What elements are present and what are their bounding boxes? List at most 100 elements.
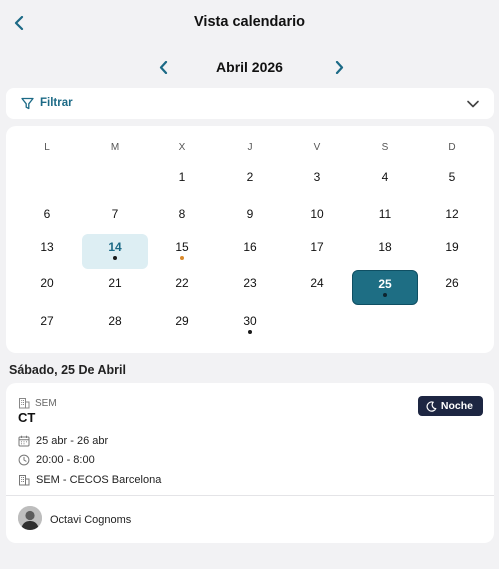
calendar-day-28[interactable]: 28 (82, 308, 148, 343)
calendar-day-4[interactable]: 4 (352, 164, 418, 199)
weekday-header: D (448, 142, 456, 153)
day-number: 23 (243, 276, 257, 290)
day-number: 20 (40, 276, 54, 290)
event-dot (180, 256, 184, 260)
event-dot (383, 293, 387, 297)
calendar-day-30[interactable]: 30 (217, 308, 283, 343)
event-date-range: 25 abr - 26 abr (36, 435, 109, 447)
day-number: 8 (178, 207, 186, 221)
person-name: Octavi Cognoms (50, 514, 132, 526)
assigned-person[interactable]: Octavi Cognoms (6, 496, 494, 543)
calendar-day-9[interactable]: 9 (217, 201, 283, 236)
day-number: 9 (246, 207, 254, 221)
weekday-header: L (44, 142, 50, 153)
event-details[interactable]: SEM CT Noche 25 abr - 26 abr 20:00 - 8:0… (6, 383, 494, 495)
day-number: 13 (40, 240, 54, 254)
calendar-day-17[interactable]: 17 (284, 234, 350, 269)
weekday-header: V (313, 142, 321, 153)
calendar-day-25[interactable]: 25 (352, 270, 418, 305)
calendar-day-18[interactable]: 18 (352, 234, 418, 269)
day-number: 10 (310, 207, 324, 221)
event-location: SEM - CECOS Barcelona (36, 474, 162, 486)
selected-date-heading: Sábado, 25 De Abril (9, 363, 126, 377)
calendar-day-2[interactable]: 2 (217, 164, 283, 199)
page-title: Vista calendario (194, 14, 305, 30)
day-number: 16 (243, 240, 257, 254)
avatar (18, 506, 42, 530)
day-number: 28 (108, 314, 122, 328)
day-number: 30 (243, 314, 257, 328)
calendar-day-29[interactable]: 29 (149, 308, 215, 343)
calendar-grid: L M X J V S D 1 2 3 4 5 6 7 8 9 10 11 12 13 14 15 16 17 18 19 20 21… (6, 126, 494, 353)
calendar-day-23[interactable]: 23 (217, 270, 283, 305)
day-number: 4 (381, 170, 389, 184)
calendar-icon (18, 435, 30, 447)
moon-icon (426, 400, 437, 412)
weekday-header: X (178, 142, 186, 153)
event-card: SEM CT Noche 25 abr - 26 abr 20:00 - 8:0… (6, 383, 494, 543)
weekday-header: J (247, 142, 253, 153)
calendar-day-16[interactable]: 16 (217, 234, 283, 269)
calendar-day-26[interactable]: 26 (419, 270, 485, 305)
calendar-day-13[interactable]: 13 (14, 234, 80, 269)
calendar-day-1[interactable]: 1 (149, 164, 215, 199)
next-month-button[interactable] (330, 58, 348, 76)
chevron-down-icon (467, 100, 479, 108)
event-dot (113, 256, 117, 260)
day-number: 7 (111, 207, 119, 221)
building-icon (19, 398, 30, 409)
event-type: SEM (35, 398, 57, 409)
calendar-day-14[interactable]: 14 (82, 234, 148, 269)
calendar-day-3[interactable]: 3 (284, 164, 350, 199)
calendar-day-20[interactable]: 20 (14, 270, 80, 305)
event-dot (248, 330, 252, 334)
day-number: 27 (40, 314, 54, 328)
filter-label: Filtrar (40, 97, 73, 109)
calendar-day-7[interactable]: 7 (82, 201, 148, 236)
day-number: 29 (175, 314, 189, 328)
calendar-day-21[interactable]: 21 (82, 270, 148, 305)
calendar-day-6[interactable]: 6 (14, 201, 80, 236)
day-number: 12 (445, 207, 459, 221)
calendar-day-19[interactable]: 19 (419, 234, 485, 269)
day-number: 18 (378, 240, 392, 254)
shift-badge-label: Noche (440, 400, 473, 412)
weekday-header: M (110, 142, 120, 153)
day-number: 11 (378, 207, 392, 221)
calendar-day-15[interactable]: 15 (149, 234, 215, 269)
day-number: 2 (246, 170, 254, 184)
month-label: Abril 2026 (216, 59, 283, 75)
weekday-header: S (381, 142, 389, 153)
day-number: 6 (43, 207, 51, 221)
app-header: Vista calendario (0, 0, 499, 46)
calendar-day-8[interactable]: 8 (149, 201, 215, 236)
shift-badge: Noche (417, 396, 483, 416)
day-number: 24 (310, 276, 324, 290)
chevron-right-icon (335, 60, 343, 74)
day-number: 26 (445, 276, 459, 290)
day-number: 14 (108, 240, 122, 254)
calendar-day-12[interactable]: 12 (419, 201, 485, 236)
day-number: 25 (378, 277, 392, 291)
day-number: 3 (313, 170, 321, 184)
filter-dropdown[interactable]: Filtrar (6, 88, 494, 119)
calendar-day-11[interactable]: 11 (352, 201, 418, 236)
calendar-day-10[interactable]: 10 (284, 201, 350, 236)
calendar-day-24[interactable]: 24 (284, 270, 350, 305)
building-icon (19, 475, 30, 486)
filter-icon (21, 97, 34, 110)
day-number: 21 (108, 276, 122, 290)
day-number: 5 (448, 170, 456, 184)
event-time-range: 20:00 - 8:00 (36, 454, 95, 466)
day-number: 19 (445, 240, 459, 254)
day-number: 22 (175, 276, 189, 290)
calendar-day-22[interactable]: 22 (149, 270, 215, 305)
calendar-day-5[interactable]: 5 (419, 164, 485, 199)
day-number: 1 (178, 170, 186, 184)
clock-icon (18, 454, 30, 466)
event-code: CT (18, 410, 36, 425)
day-number: 15 (175, 240, 189, 254)
calendar-day-27[interactable]: 27 (14, 308, 80, 343)
day-number: 17 (310, 240, 324, 254)
person-avatar-icon (18, 506, 42, 530)
